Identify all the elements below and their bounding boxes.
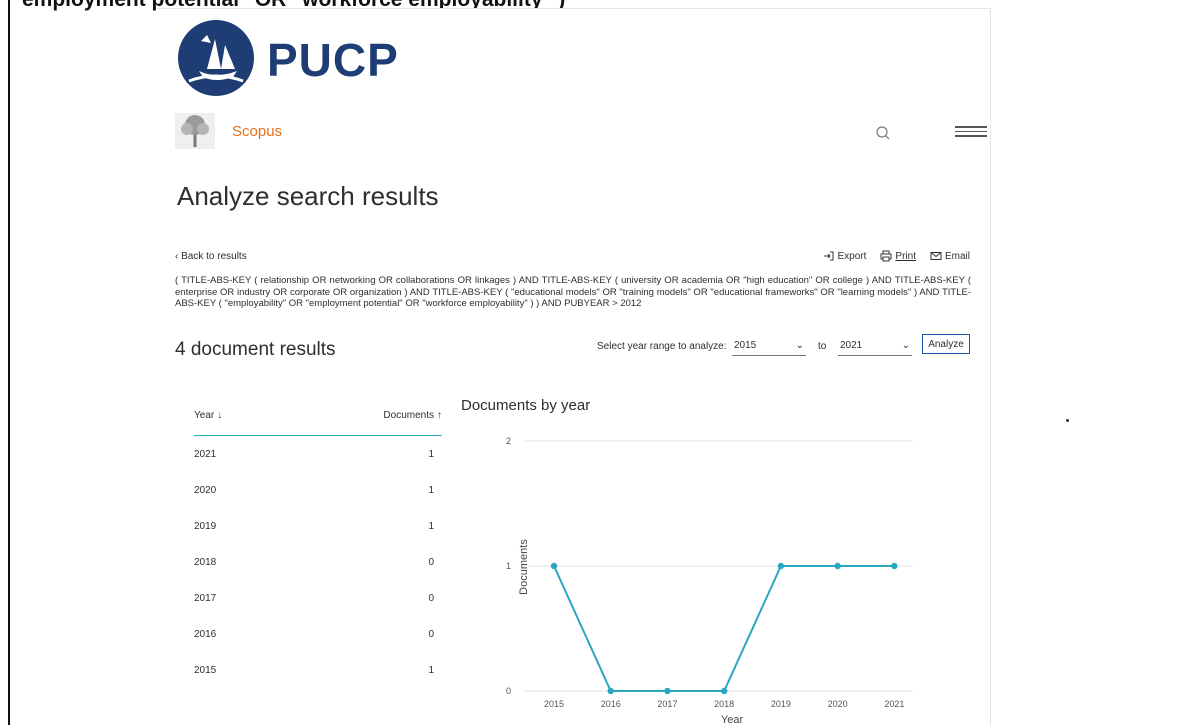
row-count: 1 [428,520,434,532]
data-point [720,687,728,695]
table-row: 2020 1 [194,472,442,508]
x-tick-label: 2019 [771,699,791,709]
table-row: 2019 1 [194,508,442,544]
stray-dot [1066,419,1069,422]
row-year: 2018 [194,556,217,568]
documents-by-year-table: Year ↓ Documents ↑ 2021 1 2020 1 2019 1 201… [194,395,442,688]
result-actions: Export Print Email [823,250,970,262]
year-range-label: Select year range to analyze: [597,341,727,352]
hamburger-menu-icon[interactable] [955,126,987,140]
data-point [834,562,841,570]
row-count: 1 [428,664,434,676]
arrow-down-icon: ↓ [217,409,223,421]
row-year: 2021 [194,448,217,460]
series-line [553,565,895,692]
print-label: Print [895,250,916,262]
scopus-header: Scopus [175,113,987,153]
row-year: 2016 [194,628,217,640]
chevron-down-icon: ⌄ [795,340,804,351]
export-button[interactable]: Export [823,250,867,262]
y-tick-label: 0 [506,686,511,696]
table-row: 2017 0 [194,580,442,616]
data-point [607,687,614,695]
pucp-logo: PUCP [177,19,437,97]
year-to-value: 2021 [840,340,863,351]
row-count: 1 [428,484,434,496]
row-count: 0 [428,592,434,604]
print-button[interactable]: Print [880,250,916,262]
documents-column-header[interactable]: Documents ↑ [383,410,442,421]
envelope-icon [930,252,942,260]
row-count: 0 [428,628,434,640]
row-count: 0 [428,556,434,568]
email-button[interactable]: Email [930,250,970,262]
table-header: Year ↓ Documents ↑ [194,395,442,436]
analyze-button[interactable]: Analyze [922,334,970,354]
pucp-wordmark: PUCP [267,34,399,86]
x-tick-label: 2015 [544,699,564,709]
year-range-to-label: to [818,341,827,352]
search-query-string: ( TITLE-ABS-KEY ( relationship OR networ… [175,275,971,309]
row-year: 2015 [194,664,217,676]
arrow-up-icon: ↑ [437,409,442,421]
data-point [664,687,671,695]
data-point [550,562,558,570]
x-tick-label: 2021 [884,699,904,709]
year-column-header[interactable]: Year ↓ [194,410,222,421]
x-tick-label: 2017 [657,699,677,709]
y-tick-label: 2 [506,436,511,446]
table-row: 2018 0 [194,544,442,580]
scopus-logo-text[interactable]: Scopus [232,123,282,140]
year-to-select[interactable]: 2021 ⌄ [838,336,912,356]
row-year: 2020 [194,484,217,496]
y-tick-label: 1 [506,561,511,571]
x-tick-label: 2016 [601,699,621,709]
chevron-left-icon: ‹ [175,251,179,262]
export-label: Export [837,250,867,262]
year-from-value: 2015 [734,340,757,351]
email-label: Email [944,250,970,262]
x-axis-label: Year [721,714,744,726]
table-row: 2016 0 [194,616,442,652]
y-axis-label: Documents [518,539,530,595]
back-link-label: Back to results [181,251,247,262]
search-icon[interactable] [875,125,891,141]
elsevier-tree-logo-icon [175,113,215,149]
row-year: 2017 [194,592,217,604]
documents-header-label: Documents [383,409,434,421]
table-row: 2015 1 [194,652,442,688]
row-count: 1 [428,448,434,460]
chevron-down-icon: ⌄ [901,340,910,351]
chart-title: Documents by year [461,397,591,414]
row-year: 2019 [194,520,217,532]
scopus-page: PUCP Scopus Analyze search results ‹ Bac… [157,8,991,726]
x-tick-label: 2018 [714,699,734,709]
pucp-ship-emblem-icon [178,20,254,96]
year-from-select[interactable]: 2015 ⌄ [732,336,806,356]
page-border [8,0,10,725]
page-title: Analyze search results [177,181,439,211]
export-icon [823,251,834,261]
year-header-label: Year [194,409,215,421]
documents-by-year-line-chart: 0 1 2 2015 2016 2017 2018 2019 2020 2021 Documents… [506,436,913,726]
table-row: 2021 1 [194,436,442,472]
data-point [777,562,785,570]
back-to-results-link[interactable]: ‹ Back to results [175,251,247,262]
x-tick-label: 2020 [828,699,848,709]
printer-icon [880,250,892,262]
document-results-count: 4 document results [175,339,336,360]
data-point [891,562,898,570]
